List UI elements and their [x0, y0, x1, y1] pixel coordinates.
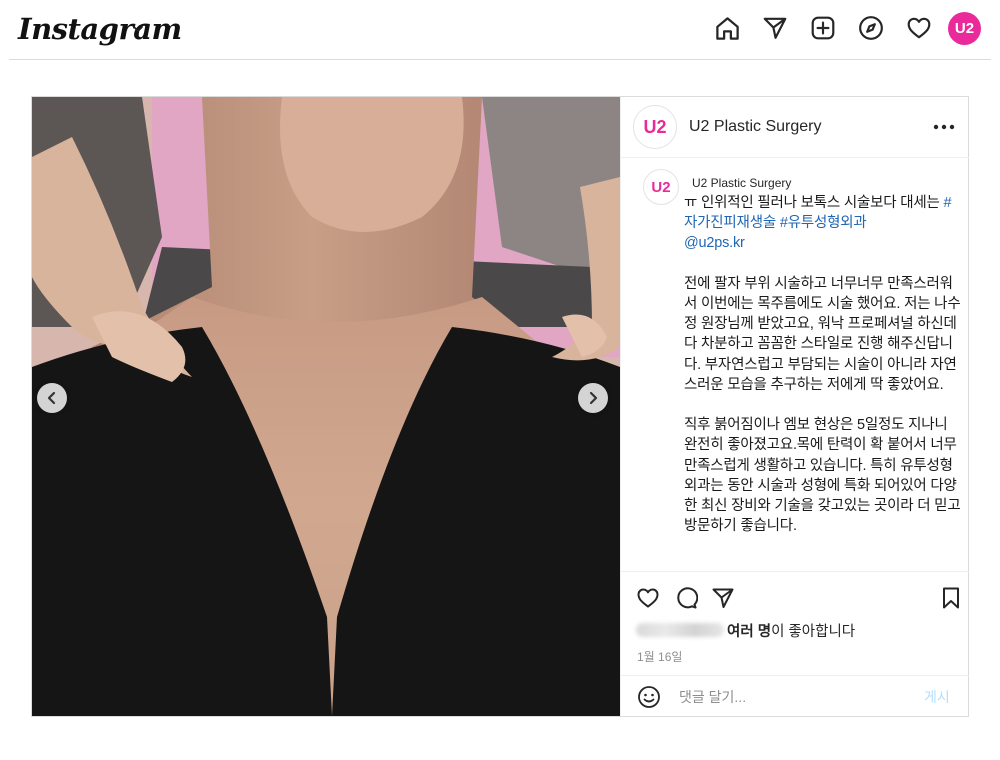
home-icon[interactable] [712, 13, 742, 43]
caption-paragraph: 전에 팔자 부위 시술하고 너무너무 만족스러워서 이번에는 목주름에도 시술 … [684, 275, 961, 393]
caption-intro: ㅠ 인위적인 필러나 보톡스 시술보다 대세는 #자가진피재생술 #유투성형외과… [684, 193, 964, 254]
hashtag-link[interactable]: #유투성형외과 [780, 215, 867, 231]
mention-link[interactable]: @u2ps.kr [684, 235, 745, 251]
chevron-down-icon[interactable] [131, 22, 145, 36]
more-options-icon[interactable] [931, 117, 957, 137]
comment-input[interactable] [679, 685, 909, 709]
caption-paragraph: 직후 붉어짐이나 엠보 현상은 5일정도 지나니 완전히 좋아졌고요.목에 탄력… [684, 417, 961, 535]
likes-summary[interactable]: 여러 명이 좋아합니다 [636, 622, 855, 642]
new-post-icon[interactable] [808, 13, 838, 43]
post-date[interactable]: 1월 16일 [637, 650, 682, 664]
carousel-prev-button[interactable] [37, 383, 67, 413]
account-avatar[interactable]: U2 [633, 105, 677, 149]
comment-bar: 게시 [621, 675, 969, 716]
post-comment-button[interactable]: 게시 [924, 688, 950, 706]
likes-text: 이 좋아합니다 [771, 624, 856, 640]
share-icon[interactable] [709, 584, 737, 612]
direct-icon[interactable] [760, 13, 790, 43]
profile-avatar[interactable]: U2 [948, 12, 981, 45]
neck-photo [32, 97, 620, 716]
caption-text: ㅠ 인위적인 필러나 보톡스 시술보다 대세는 #자가진피재생술 #유투성형외과… [684, 193, 964, 536]
post-header: U2 U2 Plastic Surgery [621, 97, 969, 158]
like-heart-icon[interactable] [634, 584, 662, 612]
top-nav: Instagram U2 [0, 0, 1000, 60]
post-actions: 여러 명이 좋아합니다 1월 16일 [621, 571, 969, 675]
explore-icon[interactable] [856, 13, 886, 43]
likes-bold: 여러 명 [727, 624, 772, 640]
instagram-logo[interactable]: Instagram [18, 12, 182, 46]
activity-heart-icon[interactable] [904, 13, 934, 43]
nav-divider [9, 59, 991, 60]
caption-username[interactable]: U2 Plastic Surgery [692, 175, 791, 191]
bookmark-icon[interactable] [937, 584, 965, 612]
post-sidebar: U2 U2 Plastic Surgery U2 U2 Plastic Surg… [620, 97, 969, 716]
chevron-right-icon [589, 391, 598, 405]
caption-line: ㅠ 인위적인 필러나 보톡스 시술보다 대세는 [684, 195, 944, 211]
account-name[interactable]: U2 Plastic Surgery [689, 117, 822, 137]
chevron-left-icon [47, 391, 56, 405]
post-image[interactable] [32, 97, 620, 716]
comment-icon[interactable] [672, 584, 700, 612]
caption-avatar[interactable]: U2 [643, 169, 679, 205]
carousel-next-button[interactable] [578, 383, 608, 413]
post-card: U2 U2 Plastic Surgery U2 U2 Plastic Surg… [31, 96, 969, 717]
emoji-icon[interactable] [637, 685, 661, 709]
caption-section: U2 U2 Plastic Surgery ㅠ 인위적인 필러나 보톡스 시술보… [621, 159, 969, 571]
blurred-usernames [636, 623, 724, 637]
